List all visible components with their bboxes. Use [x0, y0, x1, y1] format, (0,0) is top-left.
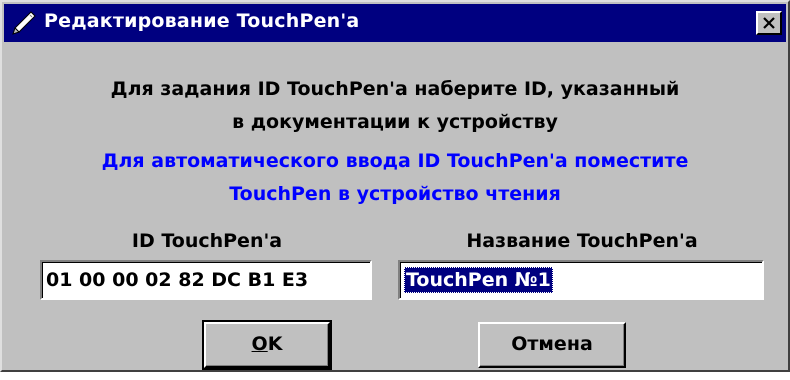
touchpen-edit-dialog: Редактирование TouchPen'a Для задания ID…	[0, 0, 790, 372]
name-input-selected-text: TouchPen №1	[404, 267, 553, 293]
close-icon	[763, 17, 775, 29]
id-input[interactable]	[40, 260, 372, 300]
name-field-label: Название TouchPen'a	[466, 230, 698, 252]
id-field-label: ID TouchPen'a	[131, 230, 283, 252]
ok-mnemonic: O	[251, 333, 268, 355]
ok-button[interactable]: OK	[202, 320, 332, 370]
cancel-button-label: Отмена	[511, 333, 593, 355]
window-title: Редактирование TouchPen'a	[44, 10, 360, 32]
cancel-button[interactable]: Отмена	[478, 322, 626, 368]
instruction-text-line2: в документации к устройству	[232, 111, 558, 133]
close-button[interactable]	[756, 11, 782, 35]
title-bar[interactable]: Редактирование TouchPen'a	[4, 4, 786, 42]
pen-icon	[10, 9, 38, 37]
instruction-text-line1: Для задания ID TouchPen'a наберите ID, у…	[110, 78, 680, 100]
ok-label-rest: K	[267, 333, 283, 355]
auto-input-hint-line1: Для автоматического ввода ID TouchPen'a …	[101, 150, 689, 172]
ok-button-label: OK	[252, 333, 283, 355]
name-input[interactable]: TouchPen №1	[398, 260, 764, 300]
auto-input-hint-line2: TouchPen в устройство чтения	[229, 183, 561, 205]
